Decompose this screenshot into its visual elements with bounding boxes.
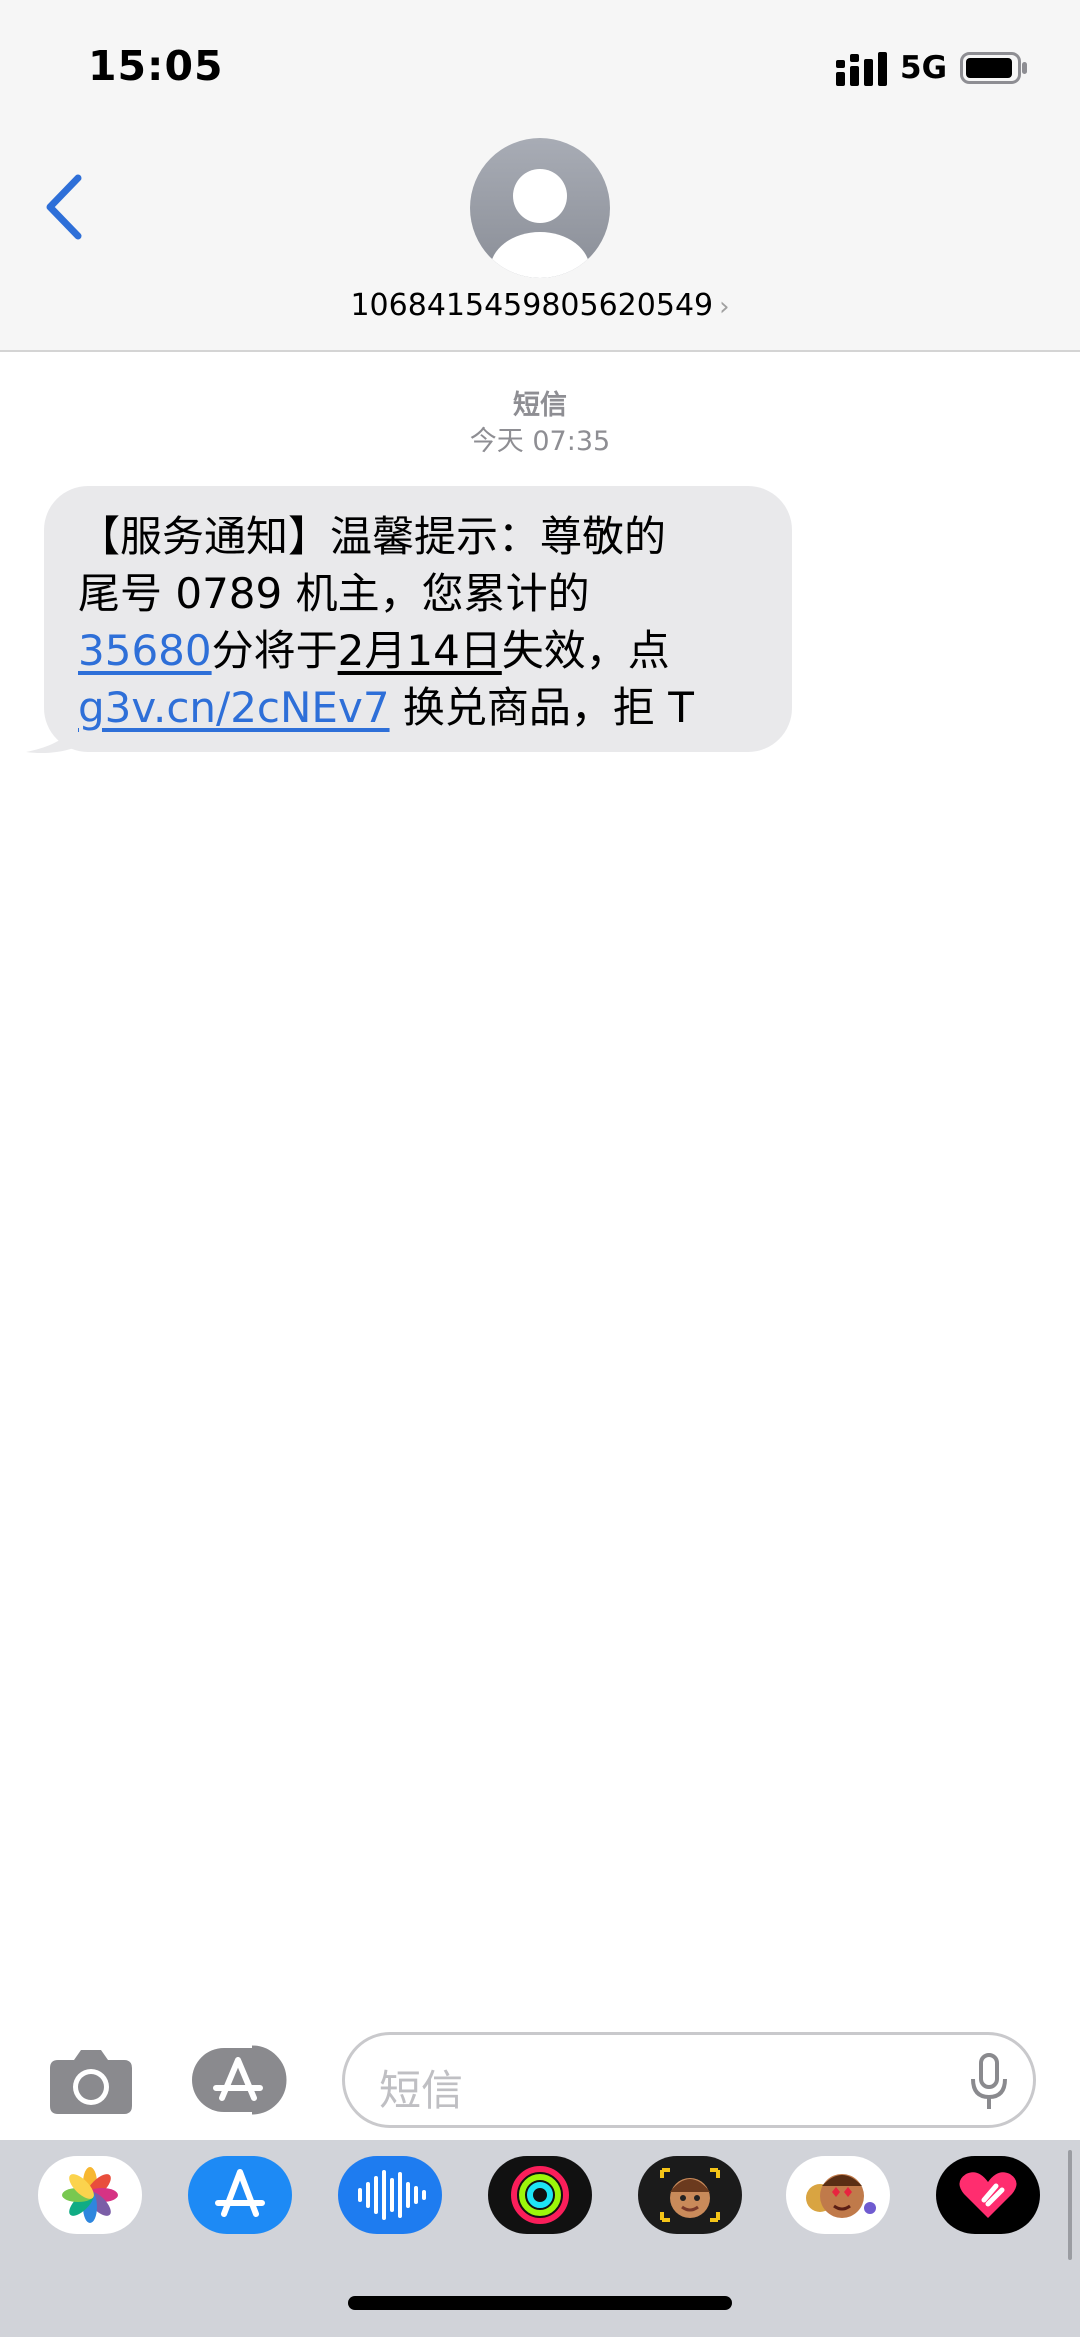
message-line-1: 【服务通知】温馨提示：尊敬的 bbox=[78, 512, 667, 561]
activity-icon[interactable] bbox=[488, 2156, 592, 2234]
message-line-2: 尾号 0789 机主，您累计的 bbox=[78, 569, 590, 618]
back-chevron-icon[interactable] bbox=[40, 170, 90, 244]
drawer-scroll-indicator bbox=[1068, 2150, 1072, 2260]
contact-name-row[interactable]: 1068415459805620549 › bbox=[0, 288, 1080, 323]
conversation-header: 15:05 5G 1068415459805620549 › bbox=[0, 0, 1080, 352]
message-bubble[interactable]: 【服务通知】温馨提示：尊敬的 尾号 0789 机主，您累计的 35680分将于2… bbox=[44, 486, 792, 752]
contact-avatar[interactable] bbox=[470, 138, 610, 278]
incoming-message[interactable]: 【服务通知】温馨提示：尊敬的 尾号 0789 机主，您累计的 35680分将于2… bbox=[26, 486, 792, 754]
messages-screen: 15:05 5G 1068415459805620549 › 短信 今天 07:… bbox=[0, 0, 1080, 2337]
app-store-icon[interactable] bbox=[188, 2156, 292, 2234]
digital-touch-icon[interactable] bbox=[936, 2156, 1040, 2234]
animoji-icon[interactable] bbox=[786, 2156, 890, 2234]
photos-icon[interactable] bbox=[38, 2156, 142, 2234]
network-type: 5G bbox=[900, 50, 948, 86]
memoji-icon[interactable] bbox=[638, 2156, 742, 2234]
message-line-3: 35680分将于2月14日失效，点 bbox=[78, 626, 670, 675]
status-time: 15:05 bbox=[88, 42, 224, 90]
audio-message-icon[interactable] bbox=[338, 2156, 442, 2234]
url-link[interactable]: g3v.cn/2cNEv7 bbox=[78, 683, 390, 732]
signal-strength-icon bbox=[836, 52, 887, 86]
app-store-icon[interactable] bbox=[192, 2044, 294, 2116]
home-indicator[interactable] bbox=[348, 2296, 732, 2310]
microphone-icon[interactable] bbox=[969, 2053, 1009, 2111]
camera-icon[interactable] bbox=[48, 2046, 134, 2116]
contact-chevron-icon: › bbox=[719, 292, 730, 322]
thread-meta: 短信 今天 07:35 bbox=[0, 388, 1080, 460]
message-line-4: g3v.cn/2cNEv7 换兑商品，拒 T bbox=[78, 683, 694, 732]
contact-number: 1068415459805620549 bbox=[350, 288, 714, 323]
message-timestamp: 今天 07:35 bbox=[469, 426, 611, 457]
message-input[interactable]: 短信 bbox=[342, 2032, 1036, 2128]
points-link[interactable]: 35680 bbox=[78, 626, 212, 675]
person-avatar-icon bbox=[490, 169, 590, 278]
message-placeholder: 短信 bbox=[379, 2066, 464, 2115]
message-channel: 短信 bbox=[513, 390, 567, 421]
battery-icon bbox=[960, 52, 1027, 84]
date-link[interactable]: 2月14日 bbox=[338, 626, 502, 675]
